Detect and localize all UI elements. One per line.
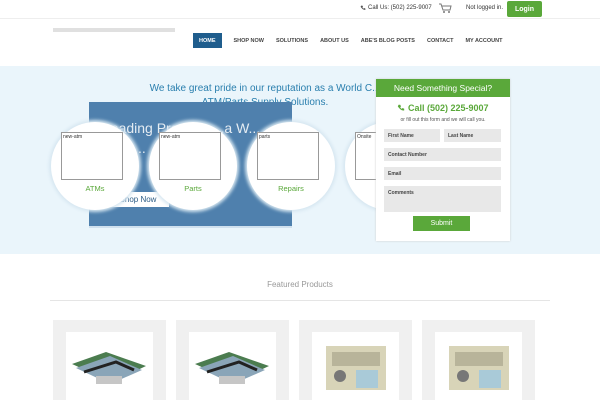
logo-placeholder[interactable] xyxy=(53,28,175,32)
top-bar: Call Us: (502) 225-9007 Not logged in. L… xyxy=(0,0,600,18)
nav-home[interactable]: HOME xyxy=(193,33,222,48)
product-image[interactable] xyxy=(189,332,276,400)
circle-label[interactable]: Repairs xyxy=(247,184,335,193)
circle-repairs[interactable]: parts Repairs xyxy=(247,122,335,210)
last-name-field[interactable]: Last Name xyxy=(444,129,501,142)
email-field[interactable]: Email xyxy=(384,167,501,180)
form-phone: Call (502) 225-9007 xyxy=(376,103,510,113)
login-status: Not logged in. xyxy=(466,5,504,11)
circle-image: parts xyxy=(257,132,319,180)
product-card[interactable] xyxy=(299,320,412,400)
product-card[interactable] xyxy=(176,320,289,400)
nav-about-us[interactable]: ABOUT US xyxy=(314,33,355,48)
nav-blog-posts[interactable]: ABE'S BLOG POSTS xyxy=(355,33,421,48)
nav-solutions[interactable]: SOLUTIONS xyxy=(270,33,314,48)
form-phone-text: Call (502) 225-9007 xyxy=(407,103,489,113)
cart-icon[interactable] xyxy=(439,3,452,14)
featured-title: Featured Products xyxy=(267,280,333,289)
circle-image: new-atm xyxy=(159,132,221,180)
product-card[interactable] xyxy=(53,320,166,400)
slide-divider xyxy=(89,226,292,228)
login-button[interactable]: Login xyxy=(507,1,542,17)
form-title: Need Something Special? xyxy=(376,79,510,97)
circle-label[interactable]: ATMs xyxy=(51,184,139,193)
circle-label[interactable]: Parts xyxy=(149,184,237,193)
product-image[interactable] xyxy=(435,332,522,400)
form-subtitle: or fill out this form and we will call y… xyxy=(400,117,486,123)
hero-section: We take great pride in our reputation as… xyxy=(0,66,600,254)
comments-field[interactable]: Comments xyxy=(384,186,501,212)
circle-atms[interactable]: new-atm ATMs xyxy=(51,122,139,210)
call-us-text: Call Us: (502) 225-9007 xyxy=(368,5,432,11)
product-card[interactable] xyxy=(422,320,535,400)
phone-icon xyxy=(398,104,405,111)
product-image[interactable] xyxy=(312,332,399,400)
submit-button[interactable]: Submit xyxy=(413,216,470,231)
circle-parts[interactable]: new-atm Parts xyxy=(149,122,237,210)
phone-icon xyxy=(360,5,366,10)
nav-contact[interactable]: CONTACT xyxy=(421,33,459,48)
nav-shop-now[interactable]: SHOP NOW xyxy=(228,33,270,48)
contact-number-field[interactable]: Contact Number xyxy=(384,148,501,161)
call-us-link[interactable]: Call Us: (502) 225-9007 xyxy=(360,5,432,11)
first-name-field[interactable]: First Name xyxy=(384,129,440,142)
header: HOME SHOP NOW SOLUTIONS ABOUT US ABE'S B… xyxy=(0,18,600,64)
contact-form: Need Something Special? Call (502) 225-9… xyxy=(376,79,510,241)
product-image[interactable] xyxy=(66,332,153,400)
main-nav: HOME SHOP NOW SOLUTIONS ABOUT US ABE'S B… xyxy=(193,33,508,48)
featured-divider xyxy=(50,300,550,301)
circle-image: new-atm xyxy=(61,132,123,180)
nav-my-account[interactable]: MY ACCOUNT xyxy=(459,33,508,48)
